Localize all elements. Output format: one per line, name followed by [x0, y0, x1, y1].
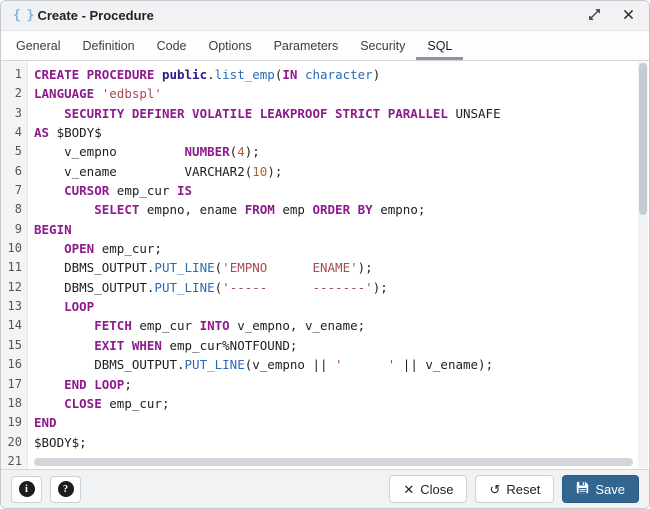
code-line[interactable]: DBMS_OUTPUT.PUT_LINE(v_empno || ' ' || v…	[34, 355, 649, 374]
line-number: 15	[1, 336, 22, 355]
line-number: 20	[1, 433, 22, 452]
code-line[interactable]: DBMS_OUTPUT.PUT_LINE('EMPNO ENAME');	[34, 258, 649, 277]
line-number: 3	[1, 104, 22, 123]
line-number: 21	[1, 452, 22, 469]
code-lines[interactable]: CREATE PROCEDURE public.list_emp(IN char…	[28, 61, 649, 469]
tab-parameters[interactable]: Parameters	[263, 31, 350, 60]
close-x-icon: ✕	[403, 483, 414, 496]
line-number: 18	[1, 394, 22, 413]
tab-sql[interactable]: SQL	[416, 31, 463, 60]
code-line[interactable]: CREATE PROCEDURE public.list_emp(IN char…	[34, 65, 649, 84]
line-number: 6	[1, 162, 22, 181]
code-line[interactable]: SECURITY DEFINER VOLATILE LEAKPROOF STRI…	[34, 104, 649, 123]
line-number: 10	[1, 239, 22, 258]
line-number: 19	[1, 413, 22, 432]
tab-code[interactable]: Code	[146, 31, 198, 60]
info-icon: i	[19, 481, 35, 497]
dialog-help-button[interactable]: ?	[50, 476, 81, 503]
code-line[interactable]: FETCH emp_cur INTO v_empno, v_ename;	[34, 316, 649, 335]
code-line[interactable]: LOOP	[34, 297, 649, 316]
line-number: 13	[1, 297, 22, 316]
sql-editor[interactable]: 123456789101112131415161718192021 CREATE…	[1, 61, 649, 469]
code-line[interactable]: EXIT WHEN emp_cur%NOTFOUND;	[34, 336, 649, 355]
dialog-title: Create - Procedure	[37, 8, 153, 23]
reset-icon: ↺	[489, 483, 500, 496]
tab-general[interactable]: General	[5, 31, 71, 60]
code-line[interactable]: END	[34, 413, 649, 432]
code-line[interactable]: $BODY$;	[34, 433, 649, 452]
line-number: 5	[1, 142, 22, 161]
close-icon	[622, 8, 635, 24]
titlebar-controls	[585, 7, 637, 25]
save-icon	[576, 481, 589, 497]
tab-definition[interactable]: Definition	[71, 31, 145, 60]
gutter: 123456789101112131415161718192021	[1, 61, 28, 469]
expand-icon	[587, 7, 602, 25]
vertical-scrollbar-thumb[interactable]	[639, 63, 647, 215]
code-line[interactable]: OPEN emp_cur;	[34, 239, 649, 258]
horizontal-scrollbar-thumb[interactable]	[34, 458, 633, 466]
code-line[interactable]: BEGIN	[34, 220, 649, 239]
close-button-label: Close	[420, 482, 453, 497]
line-number: 4	[1, 123, 22, 142]
line-number: 17	[1, 375, 22, 394]
code-line[interactable]: LANGUAGE 'edbspl'	[34, 84, 649, 103]
tab-security[interactable]: Security	[349, 31, 416, 60]
line-number: 11	[1, 258, 22, 277]
code-line[interactable]: CLOSE emp_cur;	[34, 394, 649, 413]
code-line[interactable]: SELECT empno, ename FROM emp ORDER BY em…	[34, 200, 649, 219]
code-line[interactable]: DBMS_OUTPUT.PUT_LINE('----- -------');	[34, 278, 649, 297]
line-number: 16	[1, 355, 22, 374]
line-number: 8	[1, 200, 22, 219]
close-button[interactable]: ✕ Close	[389, 475, 467, 503]
line-number: 12	[1, 278, 22, 297]
help-icon: ?	[58, 481, 74, 497]
code-line[interactable]: v_ename VARCHAR2(10);	[34, 162, 649, 181]
line-number: 1	[1, 65, 22, 84]
reset-button[interactable]: ↺ Reset	[475, 475, 554, 503]
sql-help-button[interactable]: i	[11, 476, 42, 503]
tab-bar: GeneralDefinitionCodeOptionsParametersSe…	[1, 31, 649, 61]
line-number: 2	[1, 84, 22, 103]
footer-bar: i ? ✕ Close ↺ Reset S	[1, 469, 649, 508]
maximize-button[interactable]	[585, 7, 603, 25]
line-number: 9	[1, 220, 22, 239]
line-number: 14	[1, 316, 22, 335]
procedure-icon: { }	[13, 8, 33, 23]
code-line[interactable]: CURSOR emp_cur IS	[34, 181, 649, 200]
create-procedure-dialog: { } Create - Procedure GeneralDefinition…	[0, 0, 650, 509]
save-button[interactable]: Save	[562, 475, 639, 503]
tab-options[interactable]: Options	[198, 31, 263, 60]
reset-button-label: Reset	[506, 482, 540, 497]
save-button-label: Save	[595, 482, 625, 497]
line-number: 7	[1, 181, 22, 200]
vertical-scrollbar[interactable]	[638, 62, 648, 468]
code-line[interactable]: END LOOP;	[34, 375, 649, 394]
close-dialog-button[interactable]	[619, 7, 637, 25]
code-line[interactable]: v_empno NUMBER(4);	[34, 142, 649, 161]
title-bar: { } Create - Procedure	[1, 1, 649, 31]
code-line[interactable]: AS $BODY$	[34, 123, 649, 142]
